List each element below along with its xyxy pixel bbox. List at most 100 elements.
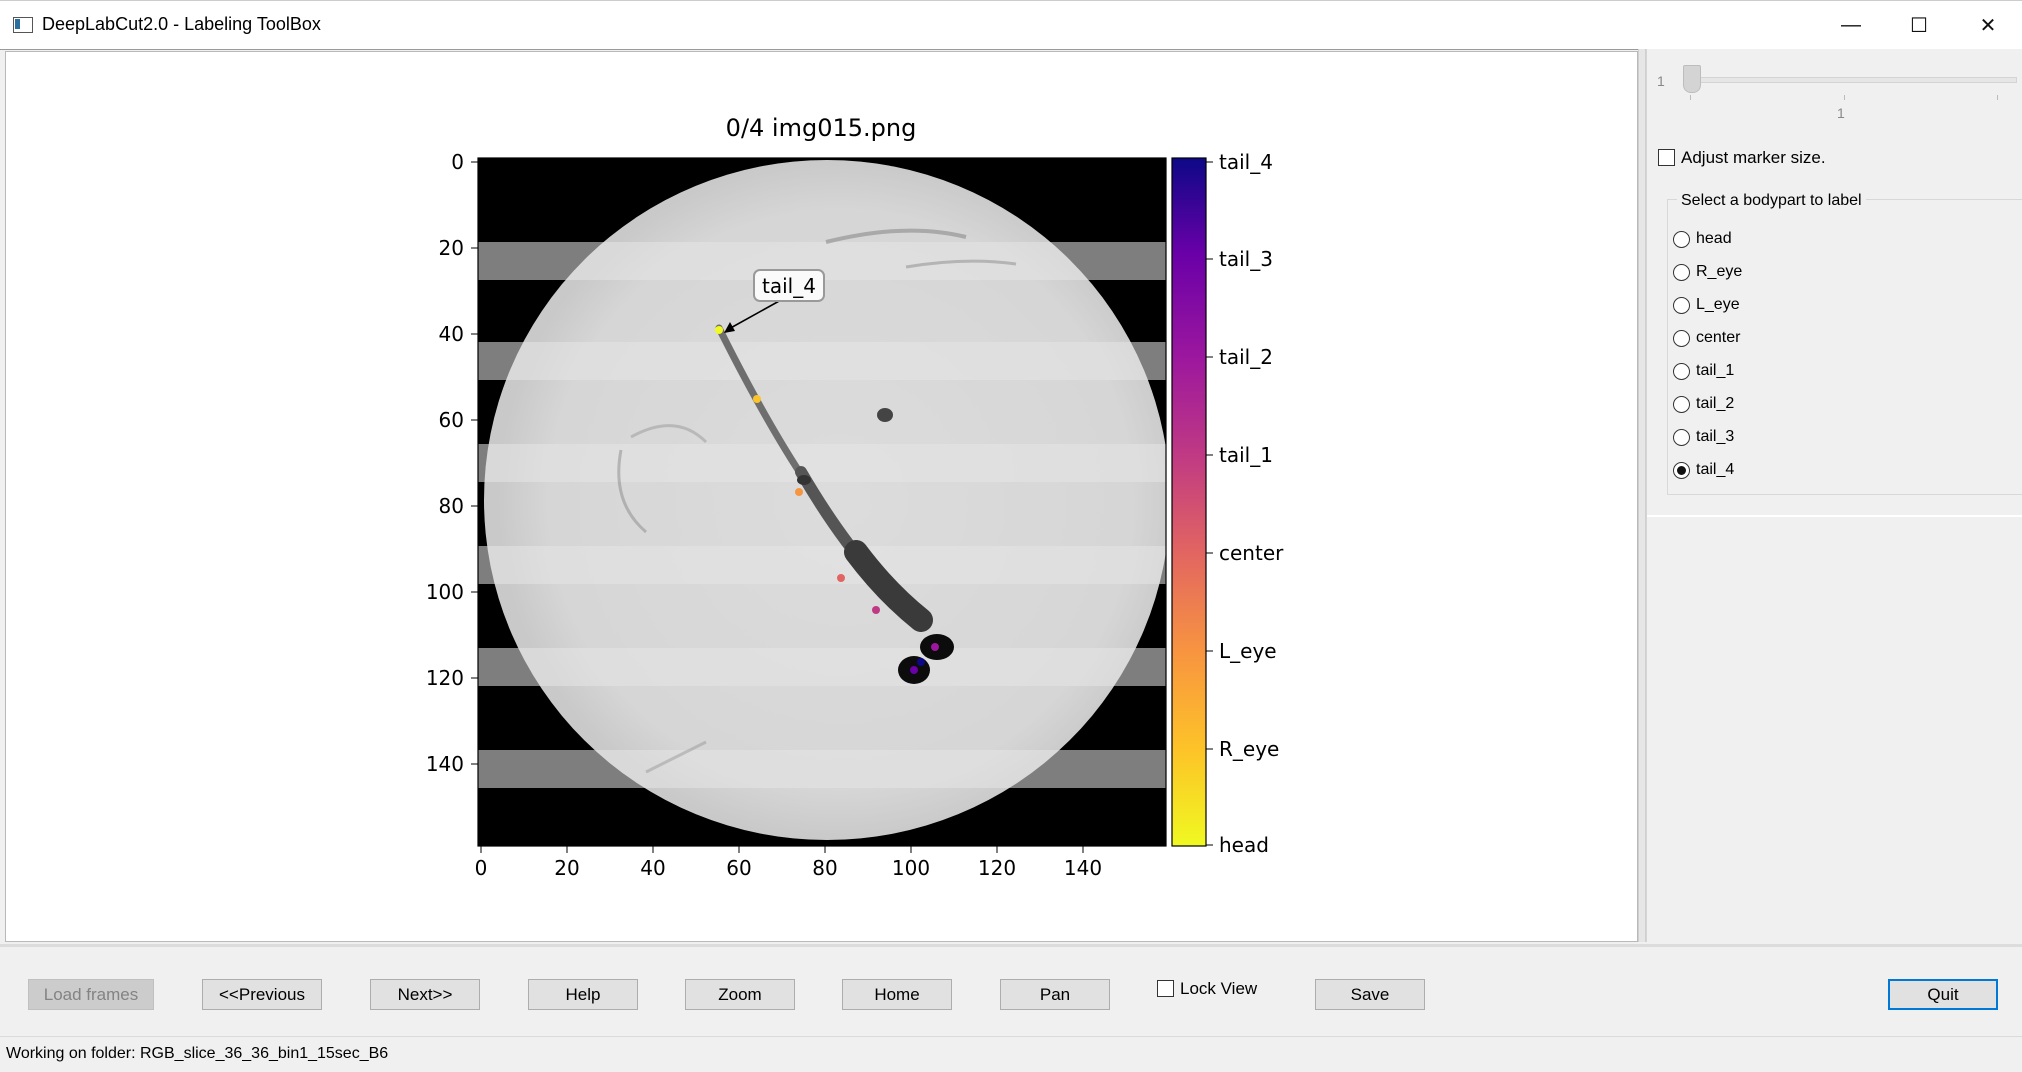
keypoint-tail-3[interactable] <box>910 666 918 674</box>
slider-min-label: 1 <box>1657 73 1665 89</box>
radio-button[interactable] <box>1673 296 1690 314</box>
radio-button[interactable] <box>1673 230 1690 248</box>
y-tick-label: 20 <box>439 236 464 260</box>
slider-tick <box>1690 95 1691 100</box>
radio-label: tail_3 <box>1696 428 1735 445</box>
annotation-label: tail_4 <box>762 274 816 298</box>
colorbar-label: R_eye <box>1219 737 1279 761</box>
plot-canvas[interactable]: 0/4 img015.png tail_4 0 20 40 60 80 100 … <box>5 51 1638 942</box>
window-title: DeepLabCut2.0 - Labeling ToolBox <box>42 14 321 34</box>
close-button[interactable]: ✕ <box>1955 1 2021 49</box>
radio-tail-1[interactable]: tail_1 <box>1673 359 1734 383</box>
radio-label: tail_2 <box>1696 395 1735 412</box>
radio-tail-3[interactable]: tail_3 <box>1673 425 1734 449</box>
load-frames-button[interactable]: Load frames <box>28 979 154 1010</box>
slider-tick <box>1997 95 1998 100</box>
home-button[interactable]: Home <box>842 979 952 1010</box>
help-button[interactable]: Help <box>528 979 638 1010</box>
status-bar: Working on folder: RGB_slice_36_36_bin1_… <box>0 1036 2022 1072</box>
bottom-toolbar: Load frames <<Previous Next>> Help Zoom … <box>0 944 2022 1039</box>
radio-r-eye[interactable]: R_eye <box>1673 260 1742 284</box>
colorbar-gradient <box>1171 157 1207 847</box>
close-icon: ✕ <box>1979 14 1997 37</box>
image-plot[interactable]: 0/4 img015.png tail_4 0 20 40 60 80 100 … <box>6 52 1637 941</box>
y-tick-label: 0 <box>451 150 464 174</box>
y-tick-label: 120 <box>426 666 464 690</box>
maximize-button[interactable]: ☐ <box>1886 1 1952 49</box>
y-tick-label: 140 <box>426 752 464 776</box>
x-axis: 0 20 40 60 80 100 120 140 <box>475 846 1102 880</box>
adjust-marker-label: Adjust marker size. <box>1681 148 1826 167</box>
adjust-marker-checkbox[interactable] <box>1658 149 1675 166</box>
y-tick-label: 60 <box>439 408 464 432</box>
colorbar: tail_4 tail_3 tail_2 tail_1 center L_eye… <box>1171 150 1284 857</box>
radio-tail-2[interactable]: tail_2 <box>1673 392 1734 416</box>
keypoint-head[interactable] <box>715 326 723 334</box>
marker-size-slider[interactable] <box>1687 77 2017 83</box>
controls-panel: 1 1 Adjust marker size. Select a bodypar… <box>1647 49 2022 517</box>
radio-button-selected[interactable] <box>1673 461 1690 479</box>
keypoint-tail-1[interactable] <box>872 606 880 614</box>
radio-l-eye[interactable]: L_eye <box>1673 293 1740 317</box>
bodypart-group-title: Select a bodypart to label <box>1677 192 1866 210</box>
y-tick-label: 40 <box>439 322 464 346</box>
title-bar: DeepLabCut2.0 - Labeling ToolBox — ☐ ✕ <box>0 0 2022 50</box>
plot-title: 0/4 img015.png <box>726 114 917 142</box>
next-button[interactable]: Next>> <box>370 979 480 1010</box>
x-tick-label: 140 <box>1064 856 1102 880</box>
radio-label: center <box>1696 329 1741 346</box>
pan-button[interactable]: Pan <box>1000 979 1110 1010</box>
radio-label: R_eye <box>1696 263 1743 280</box>
colorbar-label: tail_4 <box>1219 150 1273 174</box>
keypoint-l-eye[interactable] <box>795 488 803 496</box>
right-panel: 1 1 Adjust marker size. Select a bodypar… <box>1646 49 2022 942</box>
radio-tail-4[interactable]: tail_4 <box>1673 458 1734 482</box>
radio-center[interactable]: center <box>1673 326 1740 350</box>
save-button[interactable]: Save <box>1315 979 1425 1010</box>
y-tick-label: 80 <box>439 494 464 518</box>
keypoint-tail-4[interactable] <box>917 658 925 666</box>
radio-button[interactable] <box>1673 263 1690 281</box>
app-icon <box>13 17 33 33</box>
slider-value-label: 1 <box>1837 105 1845 121</box>
colorbar-label: L_eye <box>1219 639 1277 663</box>
status-text: Working on folder: RGB_slice_36_36_bin1_… <box>6 1045 389 1062</box>
colorbar-label: tail_2 <box>1219 345 1273 369</box>
zoom-button[interactable]: Zoom <box>685 979 795 1010</box>
colorbar-label: center <box>1219 541 1284 565</box>
colorbar-label: head <box>1219 833 1269 857</box>
radio-label: L_eye <box>1696 296 1740 313</box>
radio-button[interactable] <box>1673 428 1690 446</box>
x-tick-label: 20 <box>554 856 579 880</box>
minimize-icon: — <box>1841 13 1861 36</box>
radio-button[interactable] <box>1673 395 1690 413</box>
radio-head[interactable]: head <box>1673 227 1732 251</box>
keypoint-tail-2[interactable] <box>931 643 939 651</box>
y-axis: 0 20 40 60 80 100 120 140 <box>426 150 478 776</box>
slider-tick <box>1844 95 1845 100</box>
radio-button[interactable] <box>1673 362 1690 380</box>
colorbar-label: tail_1 <box>1219 443 1273 467</box>
radio-label: head <box>1696 230 1732 247</box>
colorbar-label: tail_3 <box>1219 247 1273 271</box>
panel-splitter[interactable] <box>1638 49 1646 942</box>
minimize-button[interactable]: — <box>1818 1 1884 49</box>
radio-label: tail_1 <box>1696 362 1735 379</box>
lock-view-checkbox[interactable] <box>1157 980 1174 997</box>
keypoint-r-eye[interactable] <box>753 395 761 403</box>
x-tick-label: 40 <box>640 856 665 880</box>
x-tick-label: 100 <box>892 856 930 880</box>
radio-label: tail_4 <box>1696 461 1735 478</box>
maximize-icon: ☐ <box>1910 14 1928 37</box>
x-tick-label: 80 <box>812 856 837 880</box>
radio-button[interactable] <box>1673 329 1690 347</box>
quit-button[interactable]: Quit <box>1888 979 1998 1010</box>
keypoint-center[interactable] <box>837 574 845 582</box>
lock-view-label: Lock View <box>1180 979 1258 998</box>
y-tick-label: 100 <box>426 580 464 604</box>
x-tick-label: 0 <box>475 856 488 880</box>
previous-button[interactable]: <<Previous <box>202 979 322 1010</box>
x-tick-label: 120 <box>978 856 1016 880</box>
x-tick-label: 60 <box>726 856 751 880</box>
slider-thumb[interactable] <box>1683 65 1701 93</box>
